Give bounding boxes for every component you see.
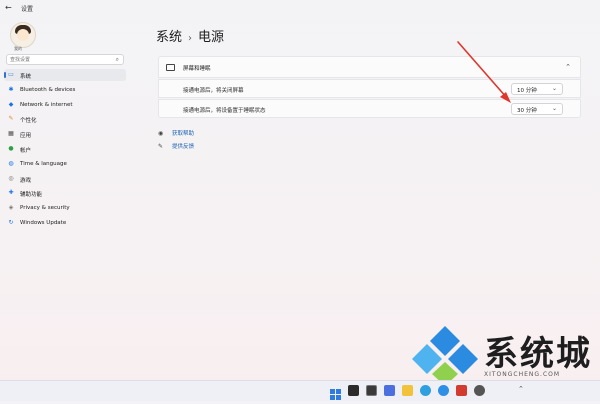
start-icon[interactable] xyxy=(330,385,341,400)
help-icon: ◉ xyxy=(158,130,164,137)
chevron-up-tray-icon[interactable]: ⌃ xyxy=(518,385,524,393)
edge-icon[interactable] xyxy=(420,385,431,396)
file-explorer-icon[interactable] xyxy=(402,385,413,396)
browser-icon[interactable] xyxy=(438,385,449,396)
widgets-icon[interactable] xyxy=(384,385,395,396)
task-view-icon[interactable] xyxy=(366,385,377,396)
search-taskbar-icon[interactable] xyxy=(348,385,359,396)
watermark: 系统城 XITONGCHENG.COM xyxy=(404,322,600,386)
get-help-label: 获取帮助 xyxy=(172,131,195,137)
feedback-link[interactable]: ✎ 提供反馈 xyxy=(158,142,194,150)
watermark-subtext: XITONGCHENG.COM xyxy=(484,371,561,378)
get-help-link[interactable]: ◉ 获取帮助 xyxy=(158,129,194,137)
watermark-text: 系统城 xyxy=(484,334,592,374)
store-icon[interactable] xyxy=(456,385,467,396)
taskbar: ⌃ xyxy=(0,380,600,401)
settings-gear-icon[interactable] xyxy=(474,385,485,396)
feedback-label: 提供反馈 xyxy=(172,144,195,150)
watermark-logo-icon xyxy=(412,326,478,386)
feedback-icon: ✎ xyxy=(158,143,164,150)
